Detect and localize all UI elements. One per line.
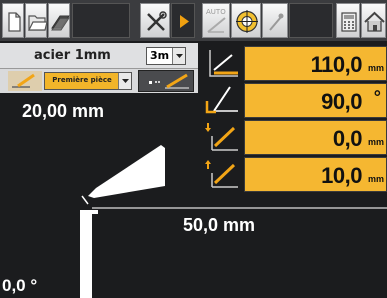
mode-dropdown-arrow[interactable] bbox=[118, 73, 131, 89]
offset-down-field[interactable]: 0,0 mm bbox=[244, 120, 387, 155]
new-file-button[interactable] bbox=[2, 3, 24, 38]
left-panel: acier 1mm 3m Première pièce 20,00 mm bbox=[0, 41, 198, 298]
offset-up-unit: mm bbox=[367, 174, 384, 184]
target-icon bbox=[236, 10, 258, 33]
angle-unit: ° bbox=[373, 87, 381, 107]
chevron-down-icon bbox=[122, 79, 129, 83]
die-dropdown-arrow[interactable] bbox=[172, 48, 185, 64]
param-row-angle: 90,0 ° bbox=[198, 83, 387, 118]
settings-button[interactable] bbox=[140, 3, 170, 38]
calculator-button[interactable] bbox=[336, 3, 360, 38]
die-select[interactable]: 3m bbox=[146, 47, 186, 65]
auto-label: AUTO bbox=[206, 8, 226, 16]
material-name: acier 1mm bbox=[34, 48, 111, 63]
offset-down-icon bbox=[205, 123, 238, 151]
offset-down-unit: mm bbox=[367, 137, 384, 147]
open-folder-icon bbox=[28, 15, 48, 31]
flange-length-label: 20,00 mm bbox=[22, 101, 105, 121]
chevron-down-icon bbox=[176, 54, 183, 58]
angle-field[interactable]: 90,0 ° bbox=[244, 83, 387, 118]
toolbar-spacer-2 bbox=[289, 3, 333, 38]
play-button[interactable] bbox=[171, 3, 195, 38]
toolbar: AUTO bbox=[0, 0, 387, 41]
material-row: acier 1mm 3m bbox=[0, 43, 198, 69]
mode-row: Première pièce bbox=[0, 69, 198, 93]
length-unit: mm bbox=[367, 63, 384, 73]
angle-icon bbox=[205, 86, 238, 114]
mode-select[interactable]: Première pièce bbox=[44, 72, 132, 90]
target-button[interactable] bbox=[231, 3, 261, 38]
home-button[interactable] bbox=[361, 3, 386, 38]
measure-mode-icon bbox=[149, 73, 189, 89]
offset-down-value: 0,0 bbox=[332, 126, 363, 151]
save-icon bbox=[51, 15, 70, 31]
die-select-value: 3m bbox=[150, 49, 170, 62]
length-icon bbox=[209, 50, 238, 77]
mode-select-value: Première pièce bbox=[52, 76, 112, 84]
param-row-offset-up: 10,0 mm bbox=[198, 157, 387, 192]
open-folder-button[interactable] bbox=[25, 3, 48, 38]
calculator-icon bbox=[341, 12, 357, 32]
offset-up-value: 10,0 bbox=[321, 163, 362, 188]
auto-icon: AUTO bbox=[206, 8, 226, 33]
play-icon bbox=[180, 15, 189, 28]
angle-label: 0,0 ° bbox=[2, 276, 38, 295]
probe-icon bbox=[269, 13, 284, 31]
save-button[interactable] bbox=[48, 3, 70, 38]
offset-up-field[interactable]: 10,0 mm bbox=[244, 157, 387, 192]
new-file-icon bbox=[8, 12, 21, 32]
toolbar-spacer bbox=[72, 3, 130, 38]
length-field[interactable]: 110,0 mm bbox=[244, 46, 387, 81]
bend-mode-icon bbox=[8, 71, 42, 91]
home-icon bbox=[364, 11, 385, 32]
tools-icon bbox=[147, 11, 167, 31]
param-row-offset-down: 0,0 mm bbox=[198, 120, 387, 155]
probe-button[interactable] bbox=[262, 3, 288, 38]
right-panel: 110,0 mm 90,0 ° 0,0 mm 10,0 mm bbox=[198, 41, 387, 201]
param-row-length: 110,0 mm bbox=[198, 46, 387, 81]
span-length-label: 50,0 mm bbox=[183, 215, 256, 235]
length-value: 110,0 bbox=[310, 52, 363, 77]
offset-up-icon bbox=[205, 160, 238, 188]
angle-value: 90,0 bbox=[321, 89, 362, 114]
auto-button[interactable]: AUTO bbox=[202, 3, 230, 38]
measure-mode-button[interactable] bbox=[138, 70, 194, 92]
